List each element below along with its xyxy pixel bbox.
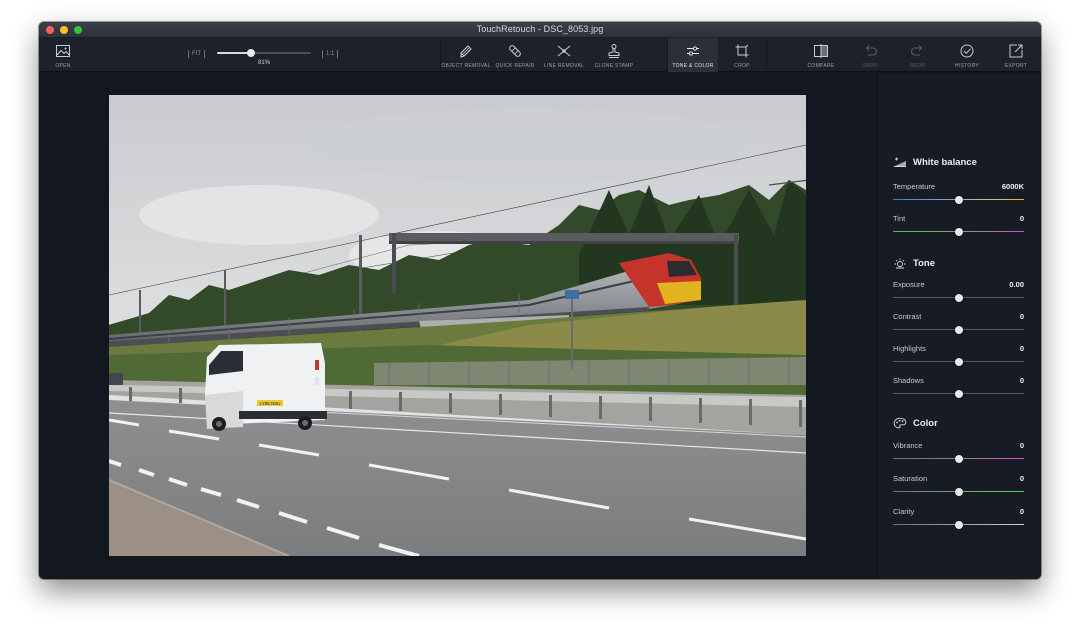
tint-slider-thumb[interactable] xyxy=(954,227,963,236)
clarity-control: Clarity 0 xyxy=(893,507,1024,533)
tool-label: TONE & COLOR xyxy=(672,63,714,69)
photo[interactable]: LY65 NSU xyxy=(109,95,806,556)
open-image-icon xyxy=(56,45,70,57)
shadows-slider-thumb[interactable] xyxy=(954,389,963,398)
tone-header: Tone xyxy=(893,257,935,269)
shadows-control: Shadows 0 xyxy=(893,376,1024,402)
temperature-control: Temperature 6000K xyxy=(893,182,1024,208)
zoom-fit-button[interactable]: FIT xyxy=(188,50,205,58)
color-header: Color xyxy=(893,417,938,429)
tool-label: CROP xyxy=(734,63,750,69)
color-title: Color xyxy=(913,417,938,429)
clone-stamp-icon xyxy=(608,44,620,58)
tone-title: Tone xyxy=(913,257,935,269)
tool-quick-repair[interactable]: QUICK REPAIR xyxy=(491,38,539,72)
highlights-value: 0 xyxy=(1019,344,1024,353)
tool-object-removal[interactable]: OBJECT REMOVAL xyxy=(441,38,491,72)
vibrance-label: Vibrance xyxy=(893,441,923,450)
exposure-control: Exposure 0.00 xyxy=(893,280,1024,306)
compare-icon xyxy=(814,44,828,58)
vibrance-control: Vibrance 0 xyxy=(893,441,1024,467)
tool-label: COMPARE xyxy=(807,63,835,69)
export-button[interactable]: EXPORT xyxy=(994,38,1038,72)
vibrance-slider-thumb[interactable] xyxy=(954,454,963,463)
tool-label: UNDO xyxy=(862,63,878,69)
saturation-control: Saturation 0 xyxy=(893,474,1024,500)
open-label: OPEN xyxy=(55,63,71,69)
tool-label: CLONE STAMP xyxy=(594,63,634,69)
adjustments-panel: White balance Temperature 6000K Tint 0 T… xyxy=(877,73,1041,579)
white-balance-icon xyxy=(894,157,906,167)
tool-crop[interactable]: CROP xyxy=(718,38,766,72)
saturation-label: Saturation xyxy=(893,474,928,483)
toolbar: OPEN FIT 81% 1:1 OBJECT REMOVAL QUICK RE… xyxy=(39,38,1041,72)
exposure-value: 0.00 xyxy=(1009,280,1024,289)
white-balance-title: White balance xyxy=(913,156,977,168)
compare-button[interactable]: COMPARE xyxy=(797,38,845,72)
app-window: TouchRetouch - DSC_8053.jpg OPEN FIT 81%… xyxy=(39,22,1041,579)
tint-label: Tint xyxy=(893,214,906,223)
highlights-label: Highlights xyxy=(893,344,926,353)
sun-icon xyxy=(894,258,906,269)
highlights-slider-thumb[interactable] xyxy=(954,357,963,366)
exposure-label: Exposure xyxy=(893,280,925,289)
zoom-slider-fill xyxy=(217,52,252,54)
palette-icon xyxy=(893,417,907,429)
undo-icon xyxy=(865,45,877,56)
shadows-value: 0 xyxy=(1019,376,1024,385)
zoom-value: 81% xyxy=(257,60,270,66)
shadows-label: Shadows xyxy=(893,376,924,385)
tool-label: OBJECT REMOVAL xyxy=(441,63,491,69)
tint-control: Tint 0 xyxy=(893,214,1024,240)
zoom-slider-thumb[interactable] xyxy=(247,49,256,57)
title-bar: TouchRetouch - DSC_8053.jpg xyxy=(39,22,1041,38)
toolbar-divider xyxy=(766,38,767,72)
clarity-value: 0 xyxy=(1019,507,1024,516)
saturation-value: 0 xyxy=(1019,474,1024,483)
clarity-slider-thumb[interactable] xyxy=(954,520,963,529)
exposure-slider-thumb[interactable] xyxy=(954,293,963,302)
temperature-label: Temperature xyxy=(893,182,936,191)
zoom-one-to-one-button[interactable]: 1:1 xyxy=(322,50,339,58)
image-canvas: LY65 NSU xyxy=(39,73,877,579)
bandage-icon xyxy=(509,45,521,57)
photo-image: LY65 NSU xyxy=(109,95,806,556)
history-icon xyxy=(960,44,974,58)
tool-label: QUICK REPAIR xyxy=(495,63,535,69)
temperature-slider-thumb[interactable] xyxy=(954,195,963,204)
line-removal-icon xyxy=(557,45,571,57)
white-balance-header: White balance xyxy=(893,156,977,168)
zoom-slider[interactable] xyxy=(217,49,311,57)
export-icon xyxy=(1009,44,1023,58)
van-number-plate: LY65 NSU xyxy=(260,401,281,406)
object-removal-icon xyxy=(460,45,472,58)
redo-icon xyxy=(911,45,923,56)
tool-label: EXPORT xyxy=(1004,63,1028,69)
contrast-value: 0 xyxy=(1019,312,1024,321)
window-title: TouchRetouch - DSC_8053.jpg xyxy=(476,24,604,34)
vibrance-value: 0 xyxy=(1019,441,1024,450)
clarity-label: Clarity xyxy=(893,507,915,516)
tool-line-removal[interactable]: LINE REMOVAL xyxy=(539,38,589,72)
tool-clone-stamp[interactable]: CLONE STAMP xyxy=(589,38,639,72)
tint-value: 0 xyxy=(1019,214,1024,223)
contrast-label: Contrast xyxy=(893,312,922,321)
open-button[interactable]: OPEN xyxy=(45,38,81,72)
contrast-control: Contrast 0 xyxy=(893,312,1024,338)
tool-label: LINE REMOVAL xyxy=(543,63,585,69)
redo-button[interactable]: REDO xyxy=(895,38,941,72)
saturation-slider-thumb[interactable] xyxy=(954,487,963,496)
highlights-control: Highlights 0 xyxy=(893,344,1024,370)
history-button[interactable]: HISTORY xyxy=(944,38,990,72)
tool-label: HISTORY xyxy=(954,63,980,69)
crop-icon xyxy=(735,44,749,58)
temperature-value: 6000K xyxy=(1001,182,1024,191)
tool-tone-and-color[interactable]: TONE & COLOR xyxy=(668,38,718,72)
tool-label: REDO xyxy=(910,63,926,69)
contrast-slider-thumb[interactable] xyxy=(954,325,963,334)
undo-button[interactable]: UNDO xyxy=(847,38,893,72)
sliders-icon xyxy=(687,46,699,56)
